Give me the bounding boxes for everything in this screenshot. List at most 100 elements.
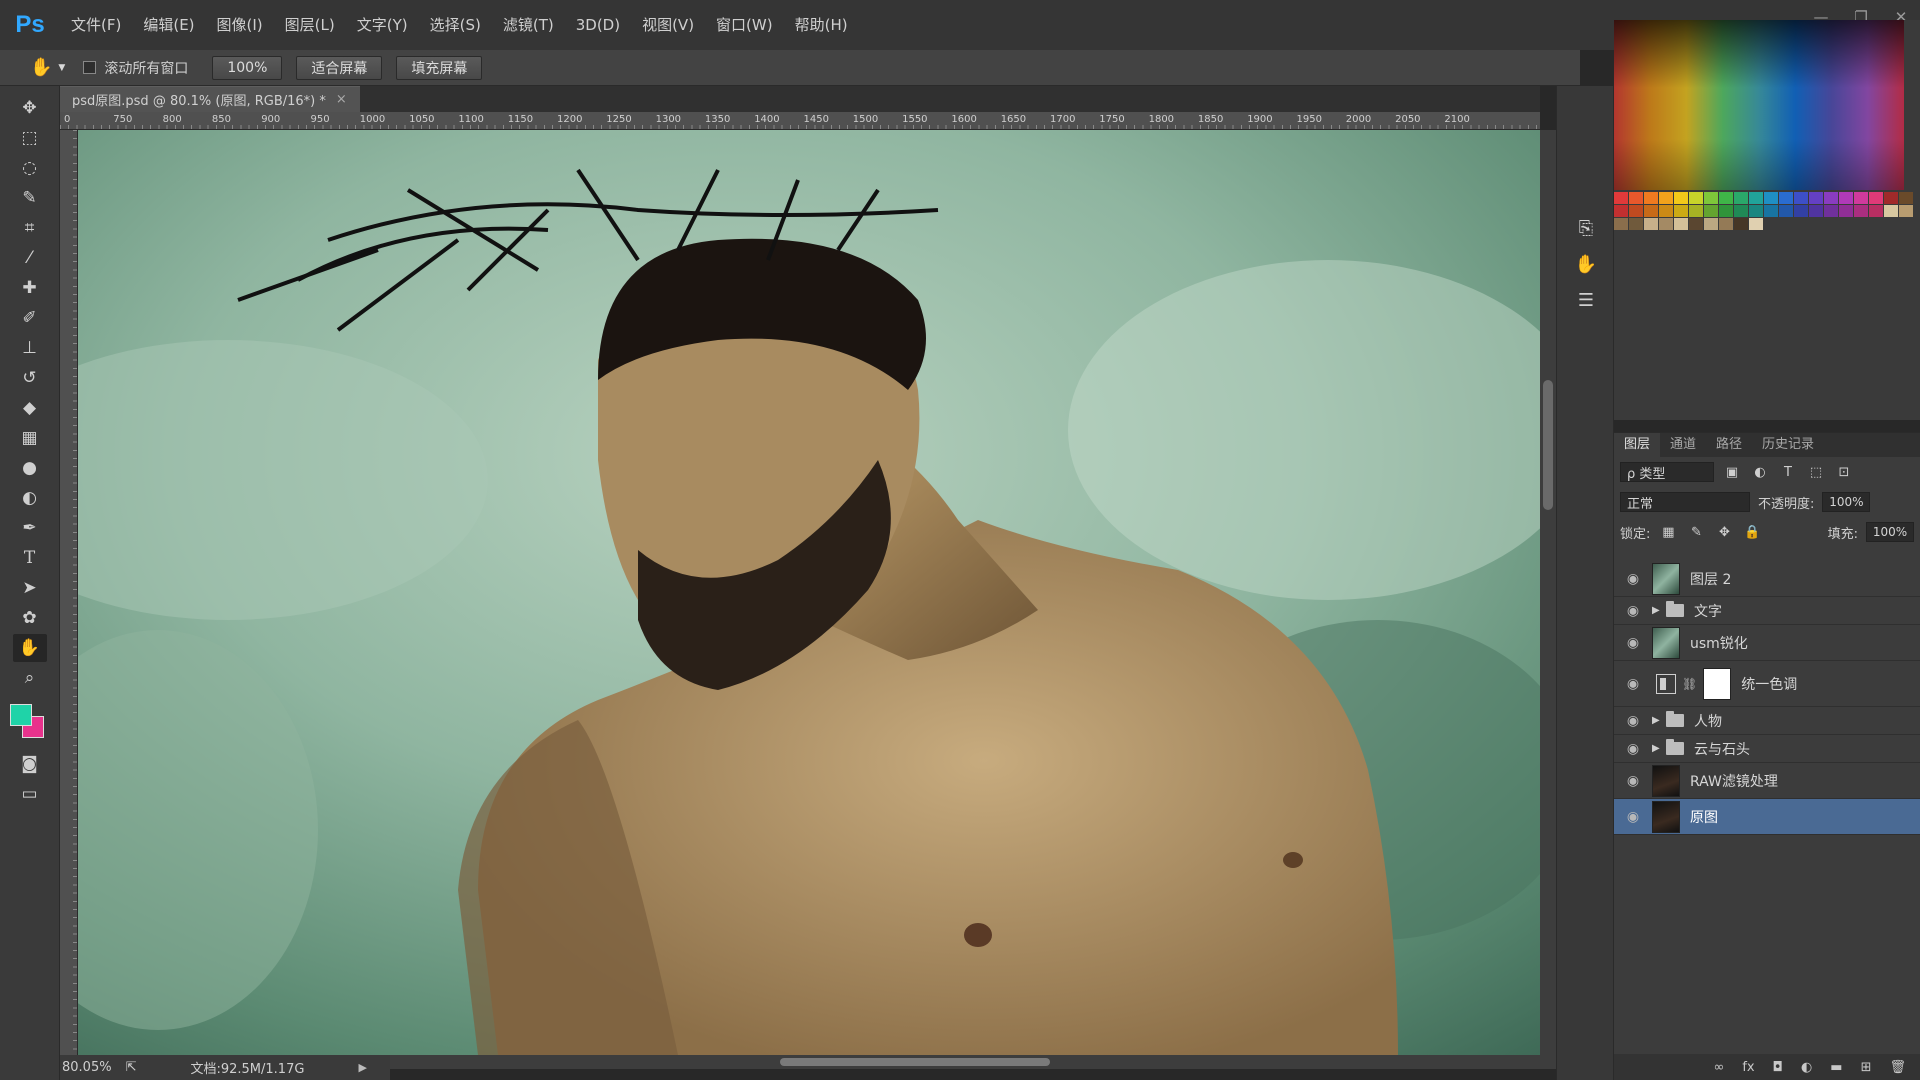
type-filter-icon[interactable]: T [1778,462,1798,482]
layer-thumbnail[interactable] [1652,800,1680,833]
color-swatch[interactable] [1689,218,1703,230]
quick-select-tool-icon[interactable]: ✎ [13,184,47,212]
expand-triangle-icon[interactable]: ▶ [1652,715,1666,726]
eyedropper-tool-icon[interactable]: ⁄ [13,244,47,272]
horizontal-ruler[interactable]: 0 750 800 850 900 950 1000 1050 1100 1150 1200 1250… [60,112,1540,130]
export-icon[interactable]: ⇱ [126,1060,137,1075]
layer-mask-thumbnail[interactable] [1703,667,1732,700]
color-swatch[interactable] [1659,192,1673,204]
blend-mode-select[interactable]: 正常 [1620,492,1750,512]
color-swatch[interactable] [1644,218,1658,230]
menu-item[interactable]: 文件(F) [60,0,132,50]
color-swatch[interactable] [1674,205,1688,217]
crop-tool-icon[interactable]: ⌗ [13,214,47,242]
adjustment-filter-icon[interactable]: ◐ [1750,462,1770,482]
fx-icon[interactable]: fx [1742,1060,1754,1075]
color-swatch[interactable] [1824,192,1838,204]
smart-object-filter-icon[interactable]: ⊡ [1834,462,1854,482]
menu-item[interactable]: 选择(S) [419,0,492,50]
status-menu-arrow[interactable]: ▶ [358,1061,366,1074]
layer-row[interactable]: ◉ usm锐化 [1614,625,1920,661]
color-swatch[interactable] [1854,192,1868,204]
fill-input[interactable]: 100% [1866,522,1914,542]
tool-preset-picker[interactable]: ✋ ▼ [30,57,65,78]
dodge-tool-icon[interactable]: ◐ [13,484,47,512]
layers-panel-tab[interactable]: 历史记录 [1752,433,1824,457]
marquee-tool-icon[interactable]: ⬚ [13,124,47,152]
trash-icon[interactable]: 🗑 [1889,1060,1906,1075]
layers-panel-tab[interactable]: 通道 [1660,433,1706,457]
color-swatch[interactable] [1719,205,1733,217]
horizontal-scrollbar[interactable] [390,1055,1556,1069]
layers-panel-tab[interactable]: 图层 [1614,433,1661,457]
color-swatch[interactable] [1614,205,1628,217]
layer-row[interactable]: ◉ 图层 2 [1614,561,1920,597]
shape-tool-icon[interactable]: ✿ [13,604,47,632]
expand-triangle-icon[interactable]: ▶ [1652,743,1666,754]
color-swatch[interactable] [1689,192,1703,204]
color-swatch[interactable] [1734,205,1748,217]
color-swatch[interactable] [1869,205,1883,217]
screen-mode-icon[interactable]: ▭ [13,780,47,808]
menu-item[interactable]: 图像(I) [206,0,274,50]
lock-position-icon[interactable]: ✥ [1714,522,1734,542]
color-swatch[interactable] [1809,205,1823,217]
layer-filter-select[interactable]: ρ 类型 [1620,462,1714,482]
path-select-tool-icon[interactable]: ➤ [13,574,47,602]
color-swatch[interactable] [1749,205,1763,217]
close-tab-icon[interactable]: × [336,92,347,107]
color-swatch[interactable] [1809,192,1823,204]
opacity-input[interactable]: 100% [1822,492,1871,512]
color-swatch[interactable] [1839,205,1853,217]
color-swatch[interactable] [1734,192,1748,204]
color-swatch[interactable] [1629,192,1643,204]
mask-link-icon[interactable]: ⛓ [1682,677,1697,691]
zoom-level[interactable]: 80.05% [62,1060,112,1075]
mask-icon[interactable]: ◘ [1773,1060,1783,1075]
actions-panel-icon[interactable]: ✋ [1570,250,1602,278]
layer-row[interactable]: ◉ 原图 [1614,799,1920,835]
color-swatch[interactable] [1719,218,1733,230]
new-layer-icon[interactable]: ⊞ [1861,1060,1872,1075]
menu-item[interactable]: 3D(D) [565,0,631,50]
adjustment-icon[interactable]: ◐ [1801,1060,1812,1075]
menu-item[interactable]: 窗口(W) [705,0,784,50]
layer-row[interactable]: ◉ RAW滤镜处理 [1614,763,1920,799]
color-swatch[interactable] [1674,192,1688,204]
color-swatch[interactable] [1794,205,1808,217]
vertical-scrollbar[interactable] [1540,130,1556,1055]
menu-item[interactable]: 图层(L) [274,0,346,50]
layer-thumbnail[interactable] [1652,764,1680,797]
lock-pixels-icon[interactable]: ✎ [1686,522,1706,542]
blur-tool-icon[interactable]: ● [13,454,47,482]
eye-icon[interactable]: ◉ [1614,713,1652,729]
color-swatch[interactable] [1749,218,1763,230]
quick-mask-icon[interactable]: ◙ [13,750,47,778]
gradient-tool-icon[interactable]: ▦ [13,424,47,452]
color-swatch[interactable] [1644,192,1658,204]
document-canvas[interactable] [78,130,1540,1055]
layer-row[interactable]: ◉ ⛓ 统一色调 [1614,661,1920,707]
fit-screen-button[interactable]: 适合屏幕 [296,55,383,80]
color-swatch[interactable] [1659,218,1673,230]
menu-item[interactable]: 帮助(H) [784,0,859,50]
eye-icon[interactable]: ◉ [1614,603,1652,619]
fill-screen-button[interactable]: 填充屏幕 [396,55,483,80]
eye-icon[interactable]: ◉ [1614,571,1652,587]
eye-icon[interactable]: ◉ [1614,635,1652,651]
color-swatch[interactable] [1884,192,1898,204]
color-swatch[interactable] [1704,192,1718,204]
move-tool-icon[interactable]: ✥ [13,94,47,122]
menu-item[interactable]: 文字(Y) [346,0,419,50]
color-swatch[interactable] [1884,205,1898,217]
color-swatch[interactable] [1794,192,1808,204]
color-spectrum[interactable] [1614,20,1904,190]
color-swatch[interactable] [1719,192,1733,204]
document-tab[interactable]: psd原图.psd @ 80.1% (原图, RGB/16*) * × [60,86,360,112]
color-swatches[interactable] [6,700,54,744]
layer-row[interactable]: ◉ ▶ 云与石头 [1614,735,1920,763]
history-panel-icon[interactable]: ⎘ [1570,214,1602,242]
checkbox-box[interactable] [83,61,97,74]
color-swatch[interactable] [1779,192,1793,204]
zoom-tool-icon[interactable]: ⌕ [13,664,47,692]
